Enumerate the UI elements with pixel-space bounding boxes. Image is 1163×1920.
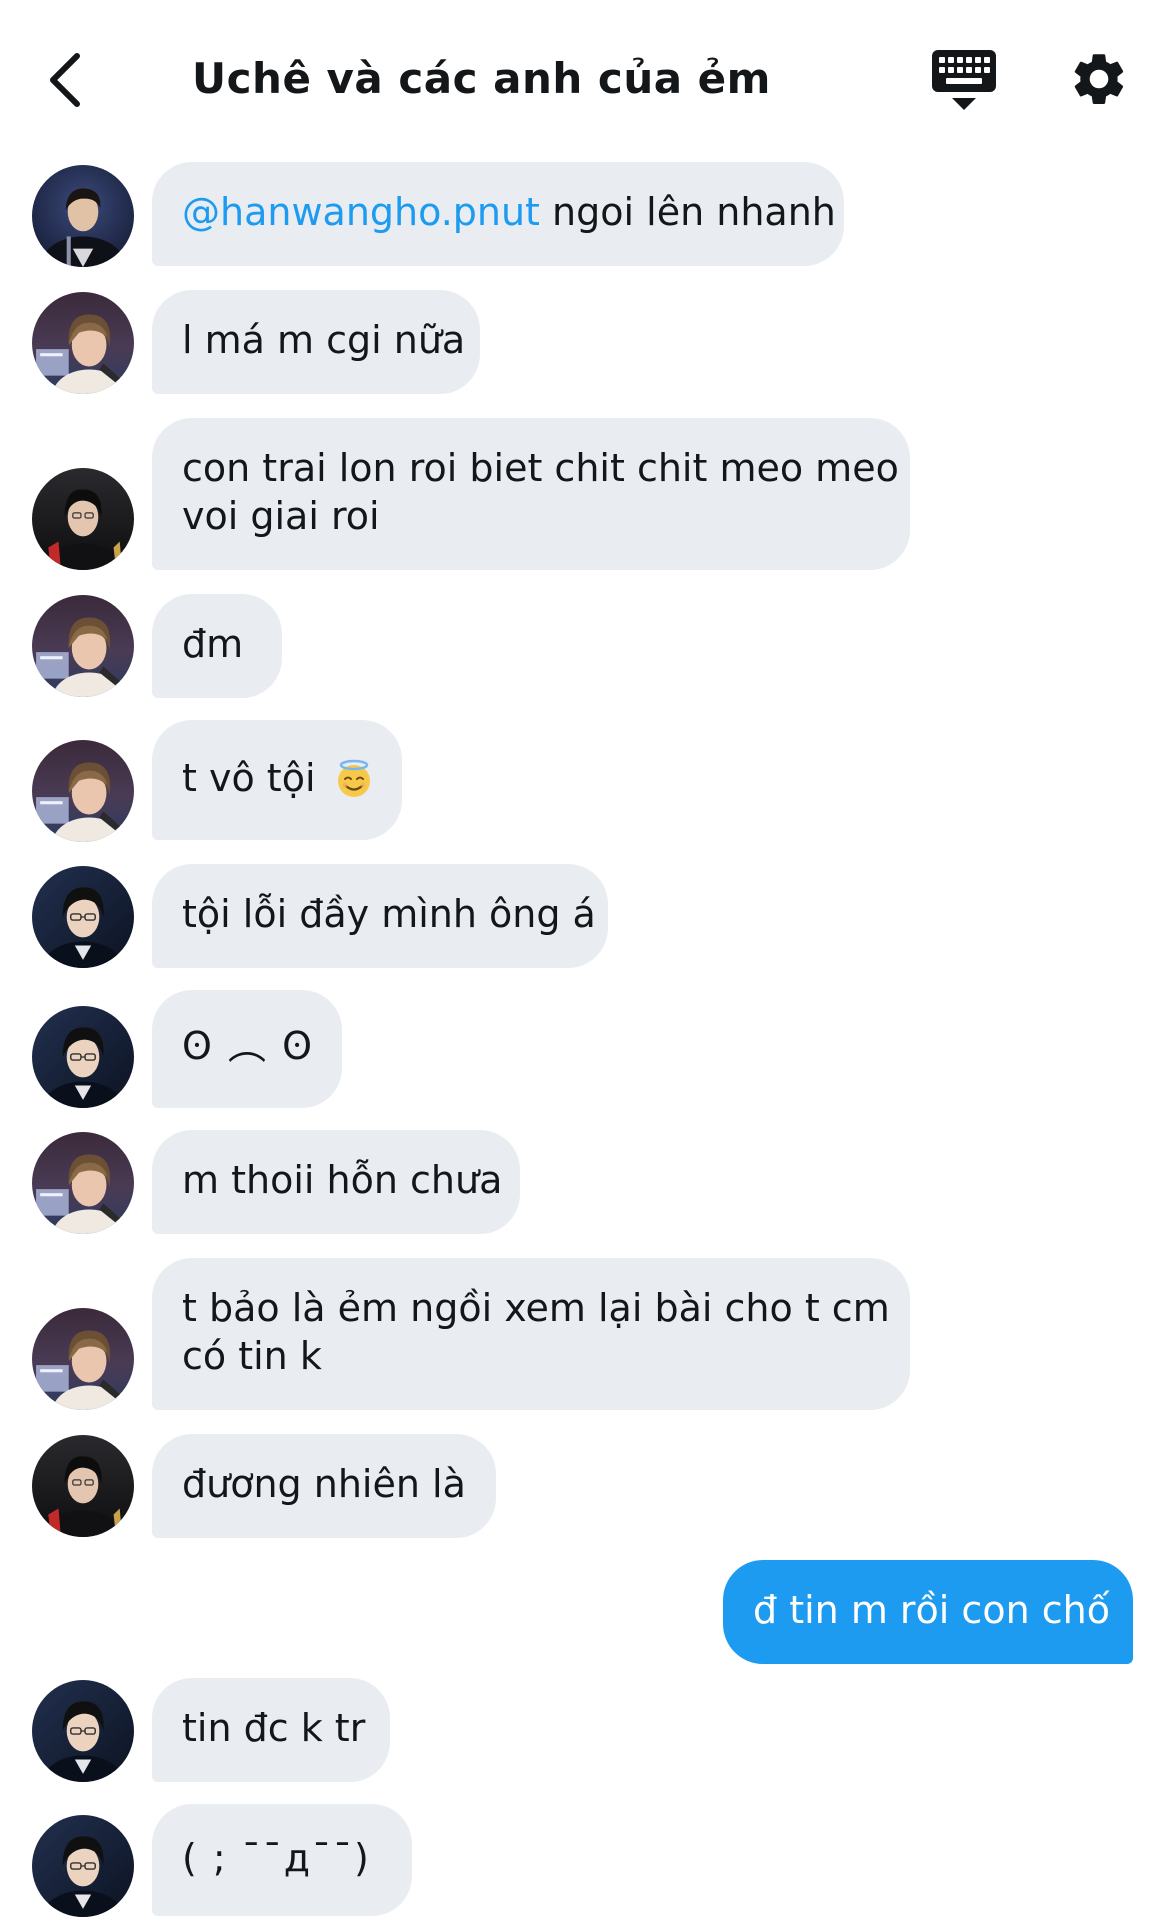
- message-bubble[interactable]: ʘ ︵ ʘ: [152, 990, 342, 1108]
- message-text: t vô tội: [182, 756, 316, 800]
- message-bubble[interactable]: @hanwangho.pnut ngoi lên nhanh: [152, 162, 844, 266]
- message-text: m thoii hỗn chưa: [182, 1158, 503, 1202]
- message-text-line: có tin k: [182, 1334, 322, 1378]
- message-text: ngoi lên nhanh: [539, 190, 836, 234]
- avatar-image: [32, 740, 134, 842]
- conversation-title[interactable]: Uchê và các anh của ẻm: [120, 50, 843, 108]
- avatar[interactable]: [32, 1006, 134, 1108]
- avatar-image: [32, 165, 134, 267]
- message-text: tội lỗi đầy mình ông á: [182, 892, 596, 936]
- avatar[interactable]: [32, 866, 134, 968]
- message-text: đương nhiên là: [182, 1462, 466, 1506]
- avatar-image: [32, 1435, 134, 1537]
- gear-icon: [1074, 54, 1124, 105]
- keyboard-button[interactable]: [930, 48, 998, 114]
- keyboard-icon: [932, 50, 996, 110]
- message-bubble[interactable]: đương nhiên là: [152, 1434, 496, 1538]
- mention-link[interactable]: @hanwangho.pnut: [182, 190, 540, 234]
- avatar-image: [32, 1006, 134, 1108]
- back-button[interactable]: [30, 40, 100, 120]
- message-bubble-outgoing[interactable]: đ tin m rồi con chố: [723, 1560, 1133, 1664]
- avatar[interactable]: [32, 1132, 134, 1234]
- avatar-image: [32, 292, 134, 394]
- message-text-line: con trai lon roi biet chit chit meo meo: [182, 446, 899, 490]
- message-text: đ tin m rồi con chố: [753, 1588, 1110, 1632]
- message-bubble[interactable]: t vô tội: [152, 720, 402, 840]
- message-bubble[interactable]: con trai lon roi biet chit chit meo meo …: [152, 418, 910, 570]
- avatar-image: [32, 1132, 134, 1234]
- avatar[interactable]: [32, 165, 134, 267]
- avatar[interactable]: [32, 1435, 134, 1537]
- avatar[interactable]: [32, 1680, 134, 1782]
- avatar-image: [32, 866, 134, 968]
- avatar-image: [32, 468, 134, 570]
- message-text-line: t bảo là ẻm ngồi xem lại bài cho t cm: [182, 1286, 890, 1330]
- message-bubble[interactable]: l má m cgi nữa: [152, 290, 480, 394]
- avatar[interactable]: [32, 595, 134, 697]
- message-text: đm: [182, 622, 244, 666]
- avatar[interactable]: [32, 1308, 134, 1410]
- message-bubble[interactable]: m thoii hỗn chưa: [152, 1130, 520, 1234]
- message-bubble[interactable]: t bảo là ẻm ngồi xem lại bài cho t cm có…: [152, 1258, 910, 1410]
- chat-header: Uchê và các anh của ẻm: [0, 0, 1163, 150]
- avatar[interactable]: [32, 468, 134, 570]
- message-text: l má m cgi nữa: [182, 318, 466, 362]
- message-bubble[interactable]: tội lỗi đầy mình ông á: [152, 864, 608, 968]
- message-bubble[interactable]: đm: [152, 594, 282, 698]
- avatar-image: [32, 595, 134, 697]
- message-text: ( ; ¯¯д¯¯): [182, 1836, 371, 1880]
- avatar[interactable]: [32, 292, 134, 394]
- message-text: tin đc k tr: [182, 1706, 366, 1750]
- avatar[interactable]: [32, 740, 134, 842]
- avatar[interactable]: [32, 1815, 134, 1917]
- avatar-image: [32, 1680, 134, 1782]
- avatar-image: [32, 1308, 134, 1410]
- settings-button[interactable]: [1068, 48, 1130, 110]
- message-bubble[interactable]: tin đc k tr: [152, 1678, 390, 1782]
- message-text: ʘ ︵ ʘ: [182, 1024, 314, 1068]
- avatar-image: [32, 1815, 134, 1917]
- chevron-left-icon: [50, 53, 80, 107]
- message-bubble[interactable]: ( ; ¯¯д¯¯): [152, 1804, 412, 1916]
- smiling-face-with-halo-emoji-icon: [337, 759, 370, 797]
- message-text-line: voi giai roi: [182, 494, 380, 538]
